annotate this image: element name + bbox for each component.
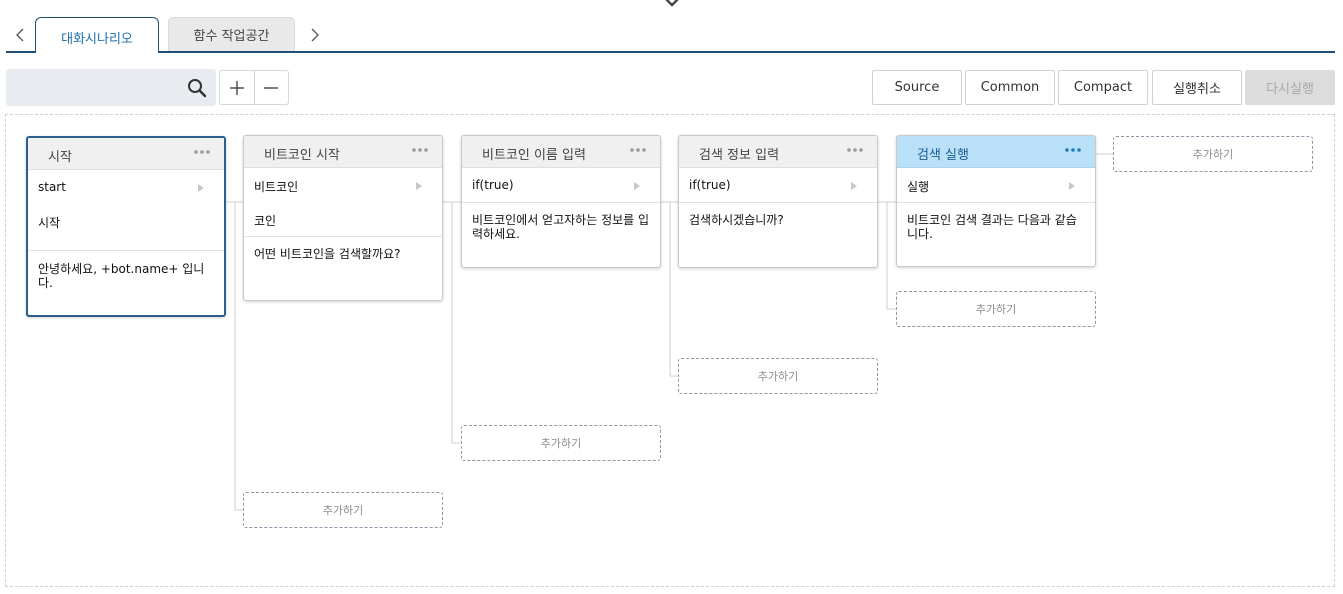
zoom-in-button[interactable] [220,71,254,104]
add-branch-button[interactable]: 추가하기 [461,425,661,461]
response-text[interactable]: 비트코인 검색 결과는 다음과 같습니다. [897,203,1095,241]
arrow-right-icon [416,182,422,190]
condition-item[interactable]: 처음 [28,238,224,250]
zoom-out-button[interactable] [253,71,289,104]
search-icon[interactable] [187,78,207,98]
condition-item[interactable]: 실행 [897,168,1095,203]
undo-button[interactable]: 실행취소 [1152,70,1242,105]
common-button[interactable]: Common [965,70,1055,105]
condition-text: 코인 [254,214,277,228]
card-title: 시작 [48,150,72,165]
card-header: 시작 [28,138,224,170]
condition-item[interactable]: 시작 [28,204,224,238]
condition-text: 시작 [38,216,61,230]
scenario-card-bitcoin-name-input[interactable]: 비트코인 이름 입력 if(true) 비트코인에서 얻고자하는 정보를 입력하… [461,135,661,268]
chevron-right-icon[interactable] [306,26,324,44]
card-header: 비트코인 시작 [244,136,442,168]
scenario-card-search-run[interactable]: 검색 실행 실행 비트코인 검색 결과는 다음과 같습니다. [896,135,1096,267]
arrow-right-icon [851,182,857,190]
tab-conversation-scenario[interactable]: 대화시나리오 [35,17,159,53]
card-title: 비트코인 시작 [264,148,340,163]
card-title: 검색 정보 입력 [699,148,780,163]
tab-bar: 대화시나리오 함수 작업공간 [0,0,1343,53]
add-next-card-button[interactable]: 추가하기 [1113,136,1313,172]
arrow-right-icon [198,184,204,192]
condition-text: 실행 [907,180,930,194]
compact-button[interactable]: Compact [1058,70,1148,105]
add-branch-button[interactable]: 추가하기 [243,492,443,528]
scenario-card-search-info-input[interactable]: 검색 정보 입력 if(true) 검색하시겠습니까? [678,135,878,268]
condition-item[interactable]: if(true) [462,168,660,203]
response-text[interactable]: 안녕하세요, +bot.name+ 입니다. [28,251,224,290]
add-branch-button[interactable]: 추가하기 [896,291,1096,327]
arrow-right-icon [634,182,640,190]
more-icon[interactable] [629,143,647,157]
more-icon[interactable] [411,143,429,157]
scenario-card-bitcoin-start[interactable]: 비트코인 시작 비트코인 코인 어떤 비트코인을 검색할까요? [243,135,443,301]
condition-item[interactable]: 코인 [244,202,442,237]
add-branch-button[interactable]: 추가하기 [678,358,878,394]
arrow-right-icon [1069,182,1075,190]
condition-item[interactable]: if(true) [679,168,877,203]
condition-text: 비트코인 [254,180,299,194]
card-header: 검색 실행 [897,136,1095,168]
scenario-card-start[interactable]: 시작 start 시작 처음 안녕하세요, +bot.name+ 입니다. [26,136,226,317]
redo-button: 다시실행 [1245,70,1335,105]
card-title: 검색 실행 [917,148,969,163]
condition-list[interactable]: start 시작 처음 [28,170,224,251]
card-title: 비트코인 이름 입력 [482,148,586,163]
condition-text: if(true) [472,178,514,192]
more-icon[interactable] [846,143,864,157]
tab-label: 함수 작업공간 [193,29,270,44]
search-box [6,69,216,108]
card-header: 비트코인 이름 입력 [462,136,660,168]
source-button[interactable]: Source [872,70,962,105]
minus-icon [264,86,279,89]
condition-text: if(true) [689,178,731,192]
search-input[interactable] [14,69,178,108]
condition-item[interactable]: start [28,170,224,204]
card-header: 검색 정보 입력 [679,136,877,168]
chevron-left-icon[interactable] [12,26,30,44]
tab-function-workspace[interactable]: 함수 작업공간 [168,17,295,51]
condition-item[interactable]: 비트코인 [244,168,442,202]
response-text[interactable]: 비트코인에서 얻고자하는 정보를 입력하세요. [462,203,660,241]
more-icon[interactable] [1064,143,1082,157]
zoom-controls [219,70,289,105]
response-text[interactable]: 어떤 비트코인을 검색할까요? [244,237,442,261]
tab-bar-divider [6,51,1335,53]
response-text[interactable]: 검색하시겠습니까? [679,203,877,227]
more-icon[interactable] [193,145,211,159]
condition-text: start [38,180,66,194]
tab-label: 대화시나리오 [61,32,133,47]
plus-icon [229,80,244,95]
